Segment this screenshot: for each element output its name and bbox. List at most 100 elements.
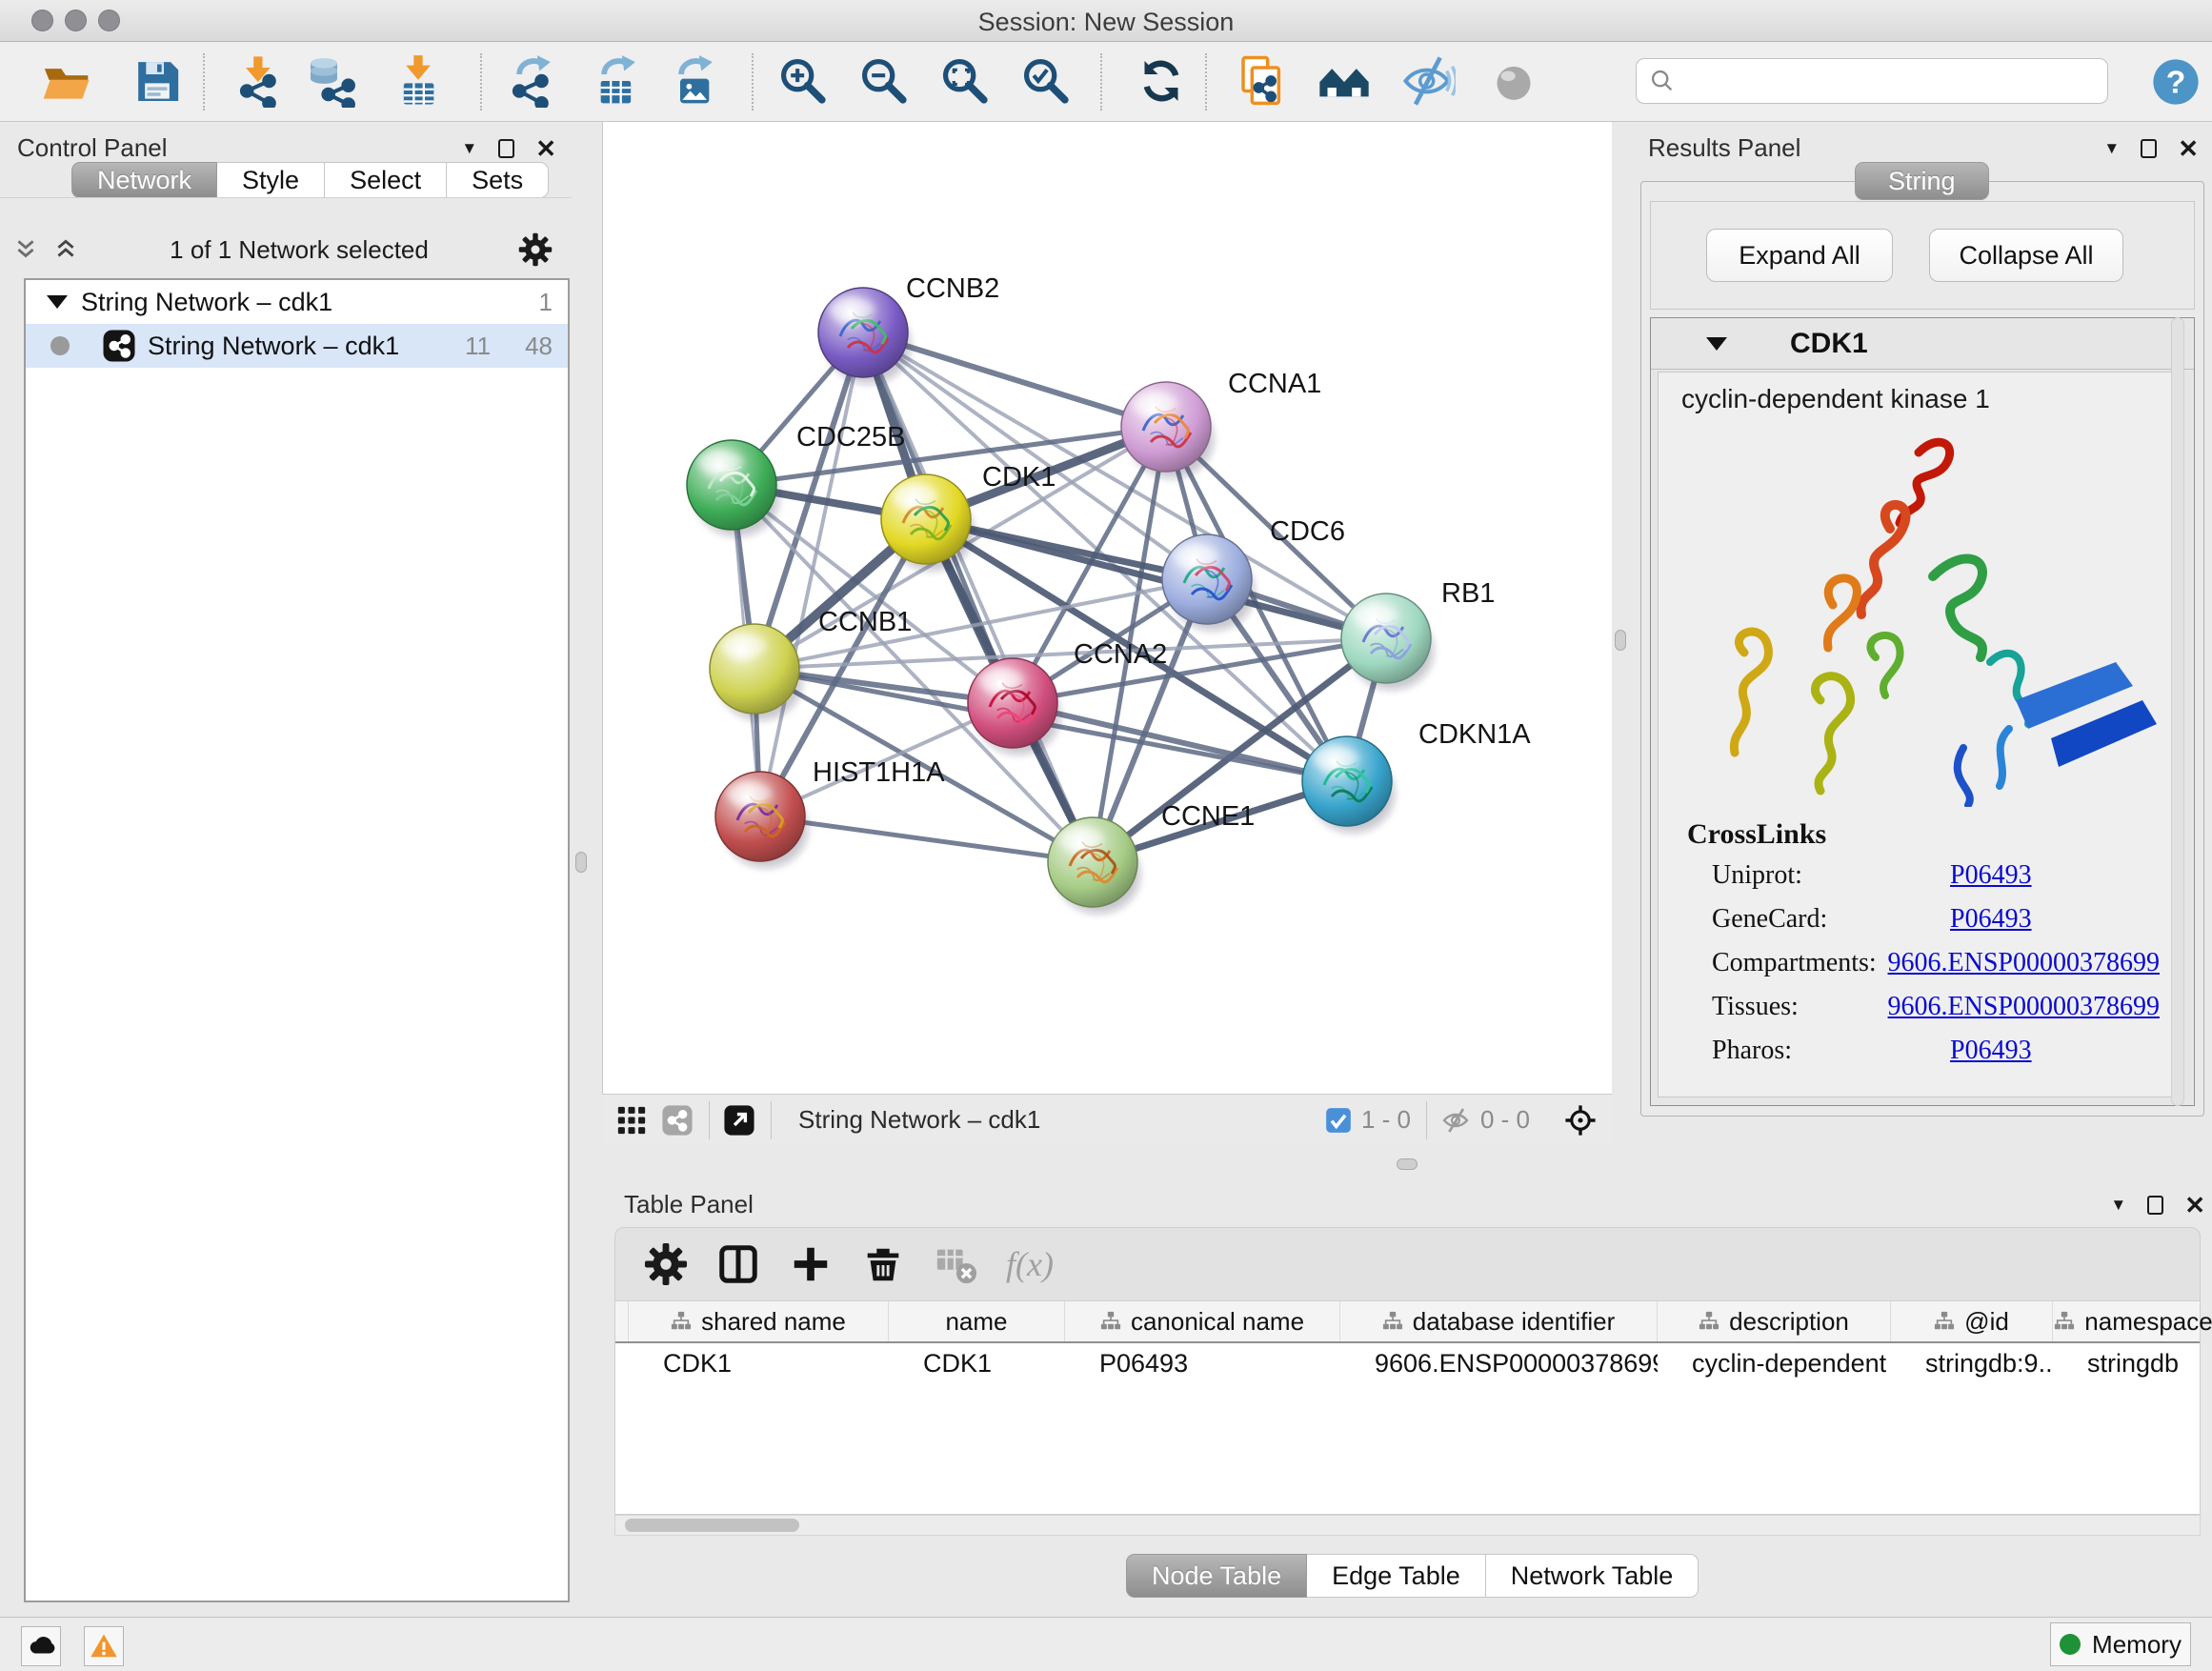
right-splitter[interactable] bbox=[1612, 122, 1631, 1145]
share-view-icon[interactable] bbox=[661, 1104, 694, 1137]
table-cell[interactable]: CDK1 bbox=[889, 1349, 1065, 1379]
zoom-in-button[interactable] bbox=[776, 54, 830, 108]
help-button[interactable]: ? bbox=[2150, 56, 2202, 108]
panel-close-icon[interactable]: ✕ bbox=[535, 139, 556, 158]
edge-HIST1H1A-CCNE1[interactable] bbox=[760, 816, 1093, 862]
table-hscrollbar[interactable] bbox=[614, 1515, 2201, 1536]
panel-menu-icon[interactable]: ▼ bbox=[2103, 139, 2120, 158]
show-all-button[interactable] bbox=[1487, 54, 1540, 108]
left-splitter-grip[interactable] bbox=[575, 852, 587, 873]
import-database-button[interactable] bbox=[304, 54, 357, 108]
node-HIST1H1A[interactable] bbox=[715, 772, 808, 868]
gear-icon[interactable] bbox=[644, 1242, 688, 1286]
node-CDKN1A[interactable] bbox=[1302, 736, 1395, 833]
table-cell[interactable]: CDK1 bbox=[629, 1349, 889, 1379]
left-splitter[interactable] bbox=[572, 122, 593, 1617]
table-cell[interactable]: stringdb:9... bbox=[1891, 1349, 2053, 1379]
tab-style[interactable]: Style bbox=[217, 162, 325, 198]
results-scrollbar[interactable] bbox=[2171, 317, 2184, 1106]
refresh-network-button[interactable] bbox=[1135, 54, 1188, 108]
delete-column-icon[interactable] bbox=[861, 1242, 905, 1286]
cloud-button[interactable] bbox=[21, 1626, 61, 1666]
panel-close-icon[interactable]: ✕ bbox=[2178, 139, 2199, 158]
selected-checkbox-icon[interactable] bbox=[1325, 1107, 1352, 1134]
tab-select[interactable]: Select bbox=[325, 162, 447, 198]
crosslink-link[interactable]: 9606.ENSP00000378699 bbox=[1888, 992, 2160, 1022]
panel-float-icon[interactable] bbox=[2141, 139, 2157, 158]
table-splitter-grip[interactable] bbox=[1397, 1158, 1418, 1170]
column-header-name[interactable]: name bbox=[889, 1301, 1065, 1341]
table-row[interactable]: CDK1CDK1P064939606.ENSP00000378699cyclin… bbox=[615, 1343, 2200, 1383]
hide-selected-button[interactable] bbox=[1402, 54, 1456, 108]
import-table-button[interactable] bbox=[392, 54, 445, 108]
panel-menu-icon[interactable]: ▼ bbox=[461, 139, 477, 158]
crosslink-link[interactable]: P06493 bbox=[1950, 904, 2032, 935]
node-RB1[interactable] bbox=[1341, 594, 1434, 690]
column-header-description[interactable]: description bbox=[1658, 1301, 1891, 1341]
crosslink-link[interactable]: 9606.ENSP00000378699 bbox=[1888, 948, 2160, 978]
zoom-fit-button[interactable] bbox=[938, 54, 992, 108]
zoom-selected-button[interactable] bbox=[1019, 54, 1073, 108]
tab-network[interactable]: Network bbox=[71, 162, 217, 198]
column-header-shared-name[interactable]: shared name bbox=[629, 1301, 889, 1341]
crosslink-link[interactable]: P06493 bbox=[1950, 1036, 2032, 1066]
import-network-button[interactable] bbox=[232, 54, 286, 108]
hidden-eye-icon[interactable] bbox=[1440, 1105, 1471, 1136]
column-header--id[interactable]: @id bbox=[1891, 1301, 2053, 1341]
tab-sets[interactable]: Sets bbox=[447, 162, 549, 198]
network-collection-row[interactable]: String Network – cdk1 1 bbox=[26, 280, 568, 324]
expand-all-button[interactable]: Expand All bbox=[1706, 229, 1893, 282]
right-splitter-grip[interactable] bbox=[1615, 630, 1626, 651]
node-CCNA1[interactable] bbox=[1121, 382, 1214, 478]
open-session-button[interactable] bbox=[39, 54, 92, 108]
grid-view-icon[interactable] bbox=[615, 1104, 648, 1137]
node-CDK1[interactable] bbox=[881, 474, 974, 571]
zoom-out-button[interactable] bbox=[857, 54, 911, 108]
table-cell[interactable]: stringdb bbox=[2053, 1349, 2212, 1379]
export-network-button[interactable] bbox=[505, 54, 558, 108]
tab-edge-table[interactable]: Edge Table bbox=[1307, 1554, 1486, 1598]
column-header-namespace[interactable]: namespace bbox=[2053, 1301, 2212, 1341]
tab-string[interactable]: String bbox=[1855, 162, 1989, 200]
network-options-gear-icon[interactable] bbox=[518, 232, 553, 267]
node-CDC6[interactable] bbox=[1162, 534, 1255, 631]
new-network-from-selection-button[interactable] bbox=[1237, 54, 1290, 108]
table-cell[interactable]: cyclin-dependent ... bbox=[1658, 1349, 1891, 1379]
warnings-button[interactable] bbox=[84, 1626, 124, 1666]
network-row-selected[interactable]: String Network – cdk1 11 48 bbox=[26, 324, 568, 368]
gene-section-header[interactable]: CDK1 bbox=[1651, 318, 2194, 370]
search-input[interactable] bbox=[1636, 58, 2108, 104]
delete-table-icon[interactable] bbox=[934, 1242, 977, 1286]
save-session-button[interactable] bbox=[131, 54, 184, 108]
node-CCNA2[interactable] bbox=[968, 658, 1060, 755]
birdseye-icon[interactable] bbox=[1564, 1104, 1597, 1137]
table-panel-splitter[interactable] bbox=[602, 1145, 2212, 1184]
section-collapse-icon[interactable] bbox=[1706, 337, 1727, 351]
table-cell[interactable]: 9606.ENSP00000378699 bbox=[1340, 1349, 1658, 1379]
network-canvas[interactable]: CCNB2CCNA1CDC25BCDK1CDC6RB1CCNB1CCNA2CDK… bbox=[602, 122, 1612, 1094]
table-hscrollbar-thumb[interactable] bbox=[625, 1519, 799, 1532]
memory-button[interactable]: Memory bbox=[2050, 1622, 2191, 1666]
node-CCNE1[interactable] bbox=[1048, 817, 1140, 914]
panel-menu-icon[interactable]: ▼ bbox=[2110, 1196, 2126, 1215]
export-table-button[interactable] bbox=[590, 54, 643, 108]
node-CDC25B[interactable] bbox=[687, 440, 779, 536]
tab-node-table[interactable]: Node Table bbox=[1126, 1554, 1307, 1598]
open-in-window-icon[interactable] bbox=[723, 1104, 755, 1137]
first-neighbors-button[interactable] bbox=[1317, 54, 1371, 108]
panel-float-icon[interactable] bbox=[498, 139, 514, 158]
panel-close-icon[interactable]: ✕ bbox=[2184, 1196, 2205, 1215]
table-cell[interactable]: P06493 bbox=[1065, 1349, 1340, 1379]
collection-expand-icon[interactable] bbox=[47, 295, 68, 309]
collapse-all-networks-icon[interactable] bbox=[51, 237, 80, 262]
edge-CCNA2-CDKN1A[interactable] bbox=[1013, 703, 1347, 781]
tab-network-table[interactable]: Network Table bbox=[1486, 1554, 1699, 1598]
crosslink-link[interactable]: P06493 bbox=[1950, 860, 2032, 891]
column-header-database-identifier[interactable]: database identifier bbox=[1340, 1301, 1658, 1341]
column-header-canonical-name[interactable]: canonical name bbox=[1065, 1301, 1340, 1341]
collapse-all-button[interactable]: Collapse All bbox=[1929, 229, 2123, 282]
add-column-icon[interactable] bbox=[789, 1242, 833, 1286]
expand-all-networks-icon[interactable] bbox=[11, 237, 40, 262]
split-columns-icon[interactable] bbox=[716, 1242, 760, 1286]
export-image-button[interactable] bbox=[667, 54, 720, 108]
